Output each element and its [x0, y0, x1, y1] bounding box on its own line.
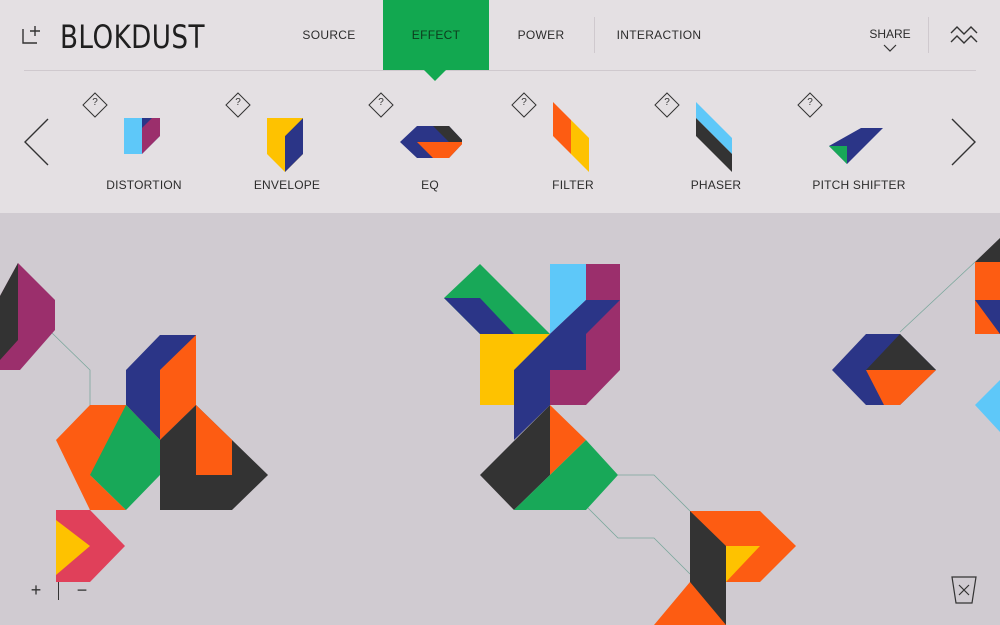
tab-effect[interactable]: EFFECT	[383, 0, 489, 70]
effect-pitch-shifter[interactable]: ? PITCH SHIFTER	[797, 92, 917, 202]
help-mark: ?	[92, 97, 98, 108]
help-mark: ?	[378, 97, 384, 108]
chevron-down-icon	[883, 44, 897, 52]
help-mark: ?	[807, 97, 813, 108]
filter-block-icon	[553, 102, 589, 172]
tab-power[interactable]: POWER	[505, 0, 577, 70]
zoom-divider	[58, 582, 59, 600]
header: BLOKDUST SOURCE EFFECT POWER INTERACTION…	[0, 0, 1000, 213]
effect-label: ENVELOPE	[253, 178, 321, 192]
canvas-block-cluster-left[interactable]	[56, 335, 268, 510]
pitch-shifter-block-icon	[829, 128, 883, 164]
chevron-left-icon[interactable]	[22, 117, 50, 167]
block-canvas[interactable]	[0, 213, 1000, 625]
tab-source[interactable]: SOURCE	[290, 0, 368, 70]
effect-label: PITCH SHIFTER	[812, 178, 906, 192]
active-tab-pointer	[424, 70, 446, 81]
chevron-right-icon[interactable]	[950, 117, 978, 167]
canvas-block-distortion[interactable]	[0, 263, 55, 370]
canvas-block-edge-right[interactable]	[975, 238, 1000, 432]
canvas-block-eq[interactable]	[832, 334, 936, 405]
canvas-block-cluster-center[interactable]	[444, 264, 620, 510]
canvas-block-cluster-bottom[interactable]	[654, 511, 796, 625]
share-button[interactable]: SHARE	[868, 27, 912, 52]
top-bar: BLOKDUST SOURCE EFFECT POWER INTERACTION…	[0, 0, 1000, 70]
effect-label: FILTER	[552, 178, 594, 192]
phaser-block-icon	[696, 102, 732, 172]
top-bar-rule	[24, 70, 976, 71]
help-mark: ?	[235, 97, 241, 108]
effect-envelope[interactable]: ? ENVELOPE	[225, 92, 345, 202]
effect-filter[interactable]: ? FILTER	[511, 92, 631, 202]
effect-distortion[interactable]: ? DISTORTION	[82, 92, 202, 202]
effect-phaser[interactable]: ? PHASER	[654, 92, 774, 202]
tab-interaction[interactable]: INTERACTION	[612, 0, 706, 70]
share-divider	[928, 17, 929, 53]
eq-block-icon	[400, 126, 462, 158]
effect-label: PHASER	[690, 178, 742, 192]
zoom-in-button[interactable]: +	[27, 579, 45, 601]
new-block-icon[interactable]	[22, 25, 42, 45]
effect-label: EQ	[421, 178, 439, 192]
help-mark: ?	[521, 97, 527, 108]
zoom-out-button[interactable]: −	[73, 579, 91, 601]
trash-icon[interactable]	[950, 575, 978, 605]
waves-icon[interactable]	[950, 24, 978, 46]
distortion-block-icon	[124, 118, 160, 154]
envelope-block-icon	[267, 118, 303, 172]
canvas-block-small[interactable]	[56, 510, 125, 582]
nav-divider	[594, 17, 595, 53]
effect-eq[interactable]: ? EQ	[368, 92, 488, 202]
effect-label: DISTORTION	[106, 178, 182, 192]
share-label: SHARE	[869, 27, 911, 41]
help-mark: ?	[664, 97, 670, 108]
app-logo: BLOKDUST	[60, 18, 205, 56]
